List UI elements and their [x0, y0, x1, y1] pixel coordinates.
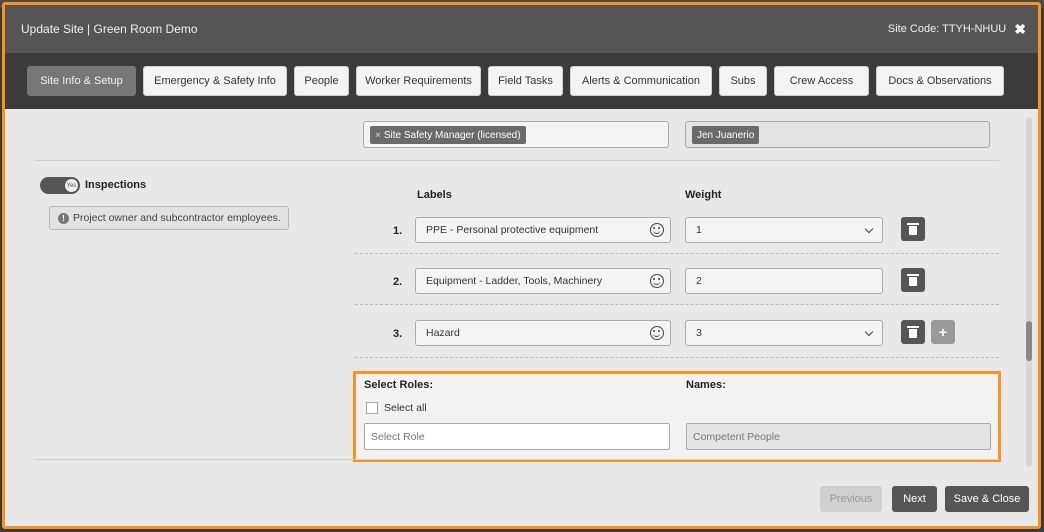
- chevron-down-icon: [864, 224, 874, 233]
- row-number: 2.: [393, 276, 403, 288]
- weight-select[interactable]: 1: [685, 217, 883, 243]
- row-divider: [355, 357, 999, 358]
- names-multiselect[interactable]: Jen Juanerio: [685, 121, 990, 148]
- names-label: Names:: [686, 379, 726, 391]
- modal-header: Update Site | Green Room Demo Site Code:…: [5, 5, 1038, 53]
- emoji-icon[interactable]: [650, 326, 664, 340]
- row-number: 3.: [393, 328, 403, 340]
- tab-emergency-safety-info[interactable]: Emergency & Safety Info: [143, 66, 287, 96]
- competent-people-input[interactable]: Competent People: [686, 423, 991, 450]
- select-roles-label: Select Roles:: [364, 379, 434, 391]
- select-role-input[interactable]: Select Role: [364, 423, 670, 450]
- delete-row-button[interactable]: [901, 268, 925, 292]
- info-text: Project owner and subcontractor employee…: [73, 212, 281, 224]
- labels-header: Labels: [417, 189, 452, 201]
- tab-alerts-communication[interactable]: Alerts & Communication: [570, 66, 712, 96]
- inspection-label-input[interactable]: PPE - Personal protective equipment: [415, 217, 671, 243]
- save-close-button[interactable]: Save & Close: [945, 486, 1029, 512]
- select-all-checkbox[interactable]: [366, 402, 378, 414]
- trash-icon: [907, 222, 919, 235]
- update-site-modal: Update Site | Green Room Demo Site Code:…: [2, 2, 1041, 529]
- info-icon: !: [58, 212, 69, 224]
- info-note: ! Project owner and subcontractor employ…: [49, 206, 289, 230]
- emoji-icon[interactable]: [650, 274, 664, 288]
- roles-section: Select Roles: Names: Select all Select R…: [353, 371, 1001, 462]
- role-chip: × Site Safety Manager (licensed): [370, 126, 526, 144]
- inspections-toggle[interactable]: Yes: [40, 177, 80, 194]
- weight-header: Weight: [685, 189, 722, 201]
- toggle-knob: Yes: [65, 179, 78, 192]
- row-number: 1.: [393, 225, 403, 237]
- remove-chip-icon[interactable]: ×: [375, 130, 381, 141]
- divider: [35, 160, 999, 161]
- site-code-group: Site Code: TTYH-NHUU ✖: [888, 21, 1026, 38]
- tab-docs-observations[interactable]: Docs & Observations: [876, 66, 1004, 96]
- form-content: × Site Safety Manager (licensed) Jen Jua…: [5, 109, 1038, 469]
- row-divider: [355, 253, 999, 254]
- select-all-label: Select all: [384, 402, 427, 414]
- scrollbar-track[interactable]: [1026, 117, 1032, 467]
- add-row-button[interactable]: +: [931, 320, 955, 344]
- trash-icon: [907, 273, 919, 286]
- trash-icon: [907, 325, 919, 338]
- tab-bar: Site Info & Setup Emergency & Safety Inf…: [5, 53, 1038, 109]
- inspection-label-input[interactable]: Equipment - Ladder, Tools, Machinery: [415, 268, 671, 294]
- name-chip: Jen Juanerio: [692, 126, 760, 144]
- previous-button[interactable]: Previous: [820, 486, 882, 512]
- inspections-title: Inspections: [85, 179, 147, 191]
- scrollbar-thumb[interactable]: [1026, 321, 1032, 361]
- chevron-down-icon: [864, 327, 874, 336]
- tab-crew-access[interactable]: Crew Access: [774, 66, 869, 96]
- weight-select[interactable]: 3: [685, 320, 883, 346]
- tab-field-tasks[interactable]: Field Tasks: [488, 66, 563, 96]
- tab-subs[interactable]: Subs: [719, 66, 767, 96]
- role-multiselect[interactable]: × Site Safety Manager (licensed): [363, 121, 669, 148]
- close-icon[interactable]: ✖: [1014, 21, 1026, 38]
- tab-people[interactable]: People: [294, 66, 349, 96]
- modal-footer: Previous Next Save & Close: [5, 469, 1038, 526]
- delete-row-button[interactable]: [901, 217, 925, 241]
- inspection-label-input[interactable]: Hazard: [415, 320, 671, 346]
- tab-site-info-setup[interactable]: Site Info & Setup: [27, 66, 136, 96]
- emoji-icon[interactable]: [650, 223, 664, 237]
- tab-worker-requirements[interactable]: Worker Requirements: [356, 66, 481, 96]
- weight-select[interactable]: 2: [685, 268, 883, 294]
- site-code: Site Code: TTYH-NHUU: [887, 23, 1007, 35]
- delete-row-button[interactable]: [901, 320, 925, 344]
- next-button[interactable]: Next: [892, 486, 937, 512]
- divider: [35, 459, 999, 460]
- modal-title: Update Site | Green Room Demo: [21, 22, 198, 36]
- plus-icon: +: [938, 324, 948, 340]
- row-divider: [355, 304, 999, 305]
